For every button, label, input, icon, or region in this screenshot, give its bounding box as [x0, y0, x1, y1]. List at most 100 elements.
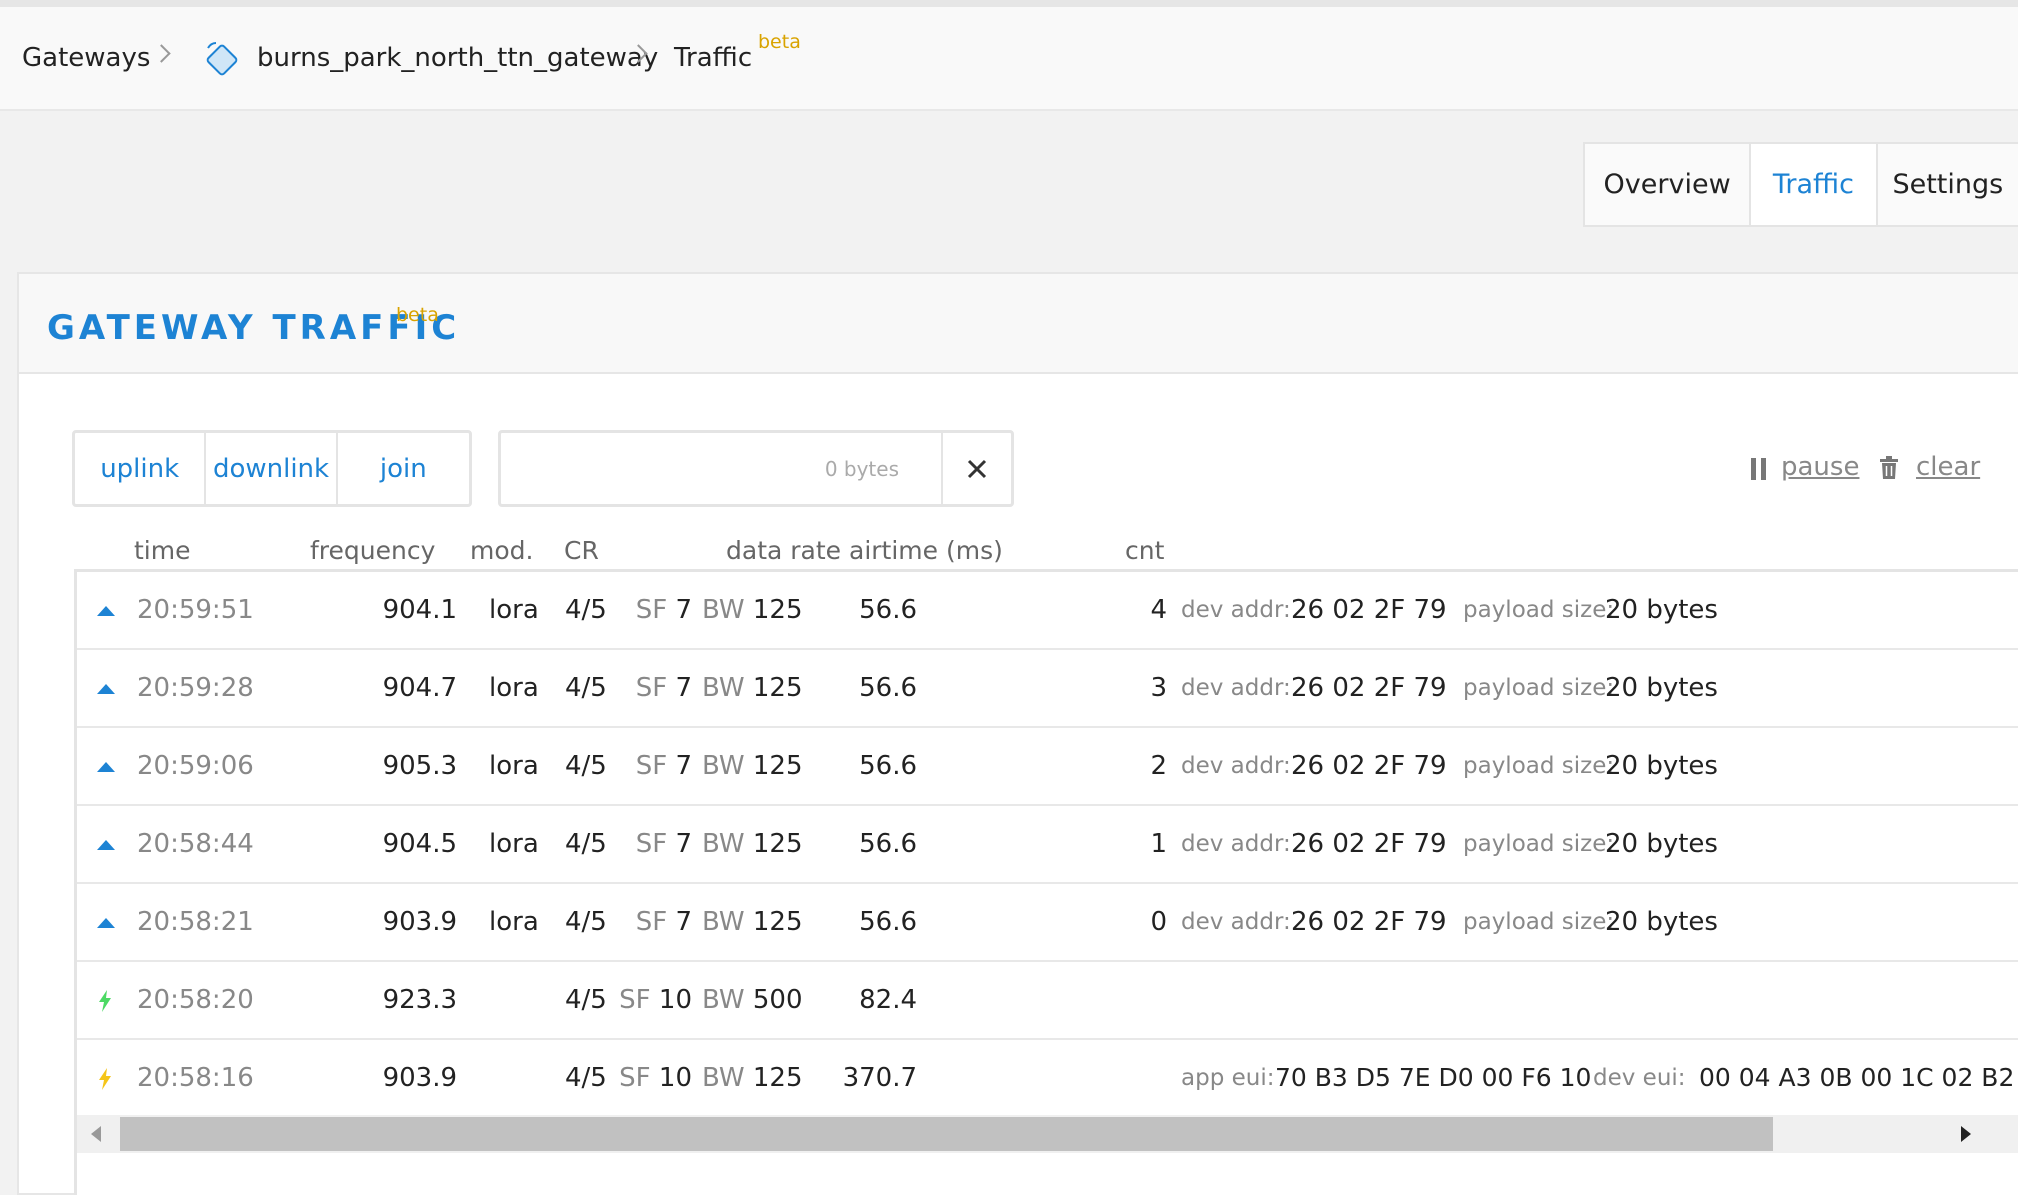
dev-addr-label: dev addr:: [1181, 831, 1291, 857]
column-header-airtime: airtime (ms): [849, 536, 1003, 565]
scrollbar-thumb[interactable]: [120, 1117, 1773, 1151]
row-payload-size: 20 bytes: [1605, 673, 1718, 703]
row-time: 20:58:20: [137, 985, 254, 1015]
row-bw: BW 125: [702, 751, 803, 781]
row-time: 20:59:06: [137, 751, 254, 781]
column-header-time: time: [134, 536, 191, 565]
bolt-icon: [99, 990, 111, 1012]
breadcrumb: Gateways burns_park_north_ttn_gateway Tr…: [0, 7, 2018, 111]
breadcrumb-current: Traffic: [674, 43, 753, 73]
row-cr: 4/5: [565, 751, 607, 781]
row-cr: 4/5: [565, 1063, 607, 1093]
row-cr: 4/5: [565, 907, 607, 937]
tab-traffic[interactable]: Traffic: [1751, 144, 1878, 225]
row-dev-eui: 00 04 A3 0B 00 1C 02 B2: [1699, 1063, 2015, 1092]
table-row[interactable]: 20:59:28 904.7 lora 4/5 SF 7 BW 125 56.6…: [77, 650, 2018, 728]
horizontal-scrollbar[interactable]: [77, 1115, 2018, 1153]
arrow-up-icon: [97, 606, 115, 616]
beta-badge: beta: [758, 31, 801, 53]
row-time: 20:58:44: [137, 829, 254, 859]
gateway-traffic-card: GATEWAY TRAFFIC beta uplink downlink joi…: [17, 272, 2018, 1195]
row-mod: lora: [489, 751, 539, 781]
row-time: 20:59:51: [137, 595, 254, 625]
row-time: 20:58:16: [137, 1063, 254, 1093]
row-frequency: 904.5: [382, 829, 457, 859]
table-row[interactable]: 20:58:44 904.5 lora 4/5 SF 7 BW 125 56.6…: [77, 806, 2018, 884]
breadcrumb-gateways[interactable]: Gateways: [22, 43, 150, 73]
row-time: 20:59:28: [137, 673, 254, 703]
filter-join-button[interactable]: join: [338, 433, 469, 504]
column-header-cr: CR: [564, 536, 599, 565]
row-sf: SF 7: [635, 673, 692, 703]
table-row[interactable]: 20:59:06 905.3 lora 4/5 SF 7 BW 125 56.6…: [77, 728, 2018, 806]
row-bw: BW 500: [702, 985, 803, 1015]
row-app-eui: 70 B3 D5 7E D0 00 F6 10: [1275, 1063, 1592, 1092]
trash-icon[interactable]: [1879, 456, 1899, 480]
column-header-mod: mod.: [470, 536, 534, 565]
column-header-data-rate: data rate: [726, 536, 842, 565]
table-row[interactable]: 20:58:20 923.3 4/5 SF 10 BW 500 82.4: [77, 962, 2018, 1040]
row-airtime: 56.6: [859, 907, 917, 937]
arrow-up-icon: [97, 684, 115, 694]
dev-eui-label: dev eui:: [1593, 1065, 1686, 1091]
payload-size-label: payload size:: [1463, 909, 1615, 935]
scroll-left-arrow-icon[interactable]: [91, 1126, 101, 1142]
search-box: 0 bytes: [498, 430, 1014, 507]
row-mod: lora: [489, 673, 539, 703]
table-row[interactable]: 20:59:51 904.1 lora 4/5 SF 7 BW 125 56.6…: [77, 572, 2018, 650]
row-cnt: 3: [1150, 673, 1167, 703]
row-dev-addr: 26 02 2F 79: [1291, 829, 1447, 859]
row-sf: SF 10: [619, 1063, 692, 1093]
row-mod: lora: [489, 595, 539, 625]
payload-size-label: payload size:: [1463, 597, 1615, 623]
row-sf: SF 10: [619, 985, 692, 1015]
tab-overview[interactable]: Overview: [1585, 144, 1752, 225]
row-sf: SF 7: [635, 751, 692, 781]
dev-addr-label: dev addr:: [1181, 597, 1291, 623]
row-airtime: 370.7: [842, 1063, 917, 1093]
row-mod: lora: [489, 829, 539, 859]
payload-size-label: payload size:: [1463, 831, 1615, 857]
row-sf: SF 7: [635, 907, 692, 937]
arrow-up-icon: [97, 918, 115, 928]
scroll-right-arrow-icon[interactable]: [1961, 1126, 1971, 1142]
row-cnt: 2: [1150, 751, 1167, 781]
arrow-up-icon: [97, 762, 115, 772]
row-airtime: 82.4: [859, 985, 917, 1015]
row-cnt: 4: [1150, 595, 1167, 625]
row-frequency: 903.9: [382, 1063, 457, 1093]
row-dev-addr: 26 02 2F 79: [1291, 595, 1447, 625]
clear-button[interactable]: clear: [1916, 452, 1980, 482]
dev-addr-label: dev addr:: [1181, 753, 1291, 779]
table-row[interactable]: 20:58:21 903.9 lora 4/5 SF 7 BW 125 56.6…: [77, 884, 2018, 962]
row-airtime: 56.6: [859, 673, 917, 703]
row-frequency: 904.1: [382, 595, 457, 625]
app-eui-label: app eui:: [1181, 1065, 1275, 1091]
filter-uplink-button[interactable]: uplink: [75, 433, 207, 504]
row-cnt: 0: [1150, 907, 1167, 937]
pause-icon[interactable]: [1751, 458, 1767, 480]
row-airtime: 56.6: [859, 751, 917, 781]
row-bw: BW 125: [702, 595, 803, 625]
row-bw: BW 125: [702, 673, 803, 703]
pause-button[interactable]: pause: [1781, 452, 1859, 482]
row-cr: 4/5: [565, 829, 607, 859]
gateway-icon: [206, 42, 238, 76]
clear-search-button[interactable]: [941, 433, 1011, 504]
traffic-table: 20:59:51 904.1 lora 4/5 SF 7 BW 125 56.6…: [74, 569, 2018, 1195]
row-time: 20:58:21: [137, 907, 254, 937]
arrow-up-icon: [97, 840, 115, 850]
column-header-frequency: frequency: [310, 536, 436, 565]
row-sf: SF 7: [635, 595, 692, 625]
table-row[interactable]: 20:58:16 903.9 4/5 SF 10 BW 125 370.7 ap…: [77, 1040, 2018, 1118]
row-airtime: 56.6: [859, 829, 917, 859]
tab-settings[interactable]: Settings: [1878, 144, 2018, 225]
filter-downlink-button[interactable]: downlink: [206, 433, 338, 504]
row-dev-addr: 26 02 2F 79: [1291, 673, 1447, 703]
search-bytes-count: 0 bytes: [824, 457, 899, 481]
column-header-cnt: cnt: [1125, 536, 1165, 565]
breadcrumb-gateway-id[interactable]: burns_park_north_ttn_gateway: [257, 43, 658, 73]
row-dev-addr: 26 02 2F 79: [1291, 751, 1447, 781]
bolt-icon: [99, 1068, 111, 1090]
top-border: [0, 0, 2018, 7]
